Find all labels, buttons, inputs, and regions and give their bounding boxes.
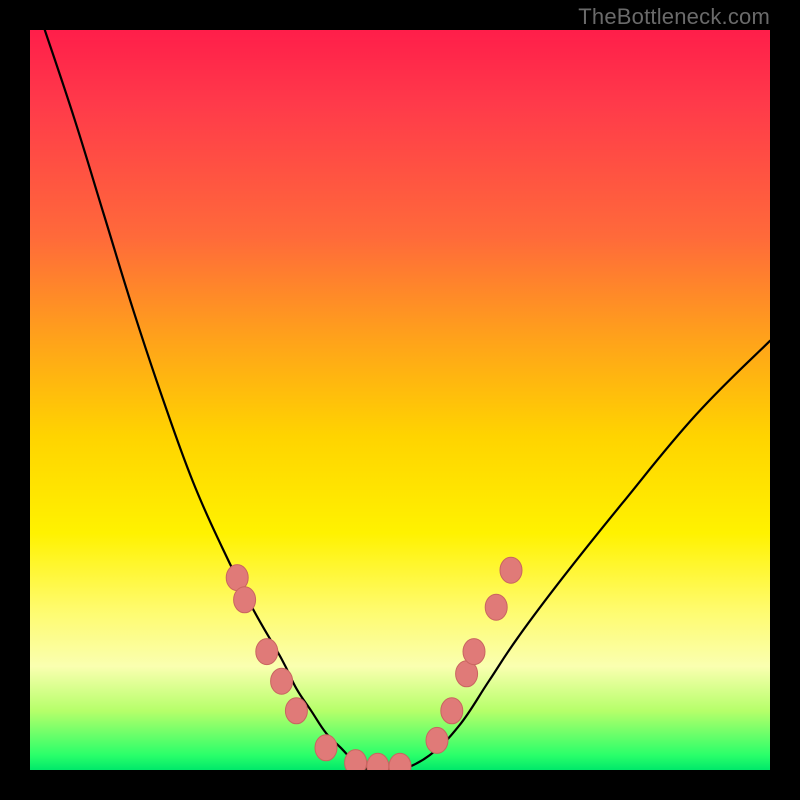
curve-marker [234,587,256,613]
curve-marker [426,727,448,753]
curve-marker [485,594,507,620]
plot-area [30,30,770,770]
curve-marker [389,753,411,770]
chart-svg [30,30,770,770]
curve-marker [441,698,463,724]
bottleneck-curve [45,30,770,770]
curve-marker [367,753,389,770]
curve-marker [271,668,293,694]
curve-marker [345,750,367,770]
watermark-text: TheBottleneck.com [578,4,770,30]
curve-marker [500,557,522,583]
chart-frame: TheBottleneck.com [0,0,800,800]
curve-markers [226,557,522,770]
curve-marker [285,698,307,724]
curve-marker [256,639,278,665]
curve-marker [315,735,337,761]
curve-marker [463,639,485,665]
